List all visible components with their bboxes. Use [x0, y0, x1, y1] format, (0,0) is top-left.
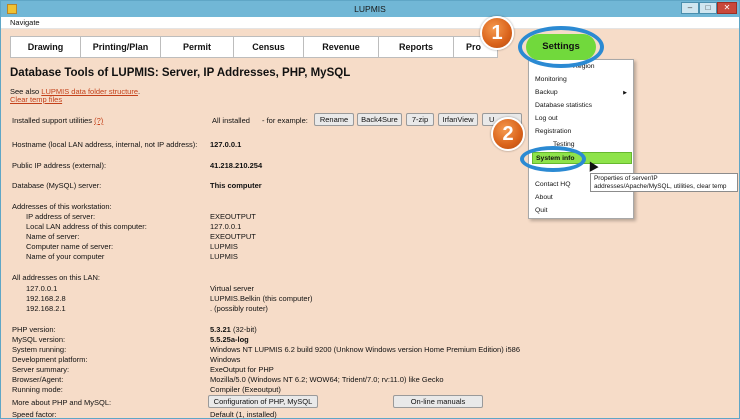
utilities-status: All installed: [212, 116, 250, 125]
php-suffix: (32-bit): [232, 325, 257, 334]
window-title: LUPMIS: [354, 4, 386, 14]
menu-item-monitoring[interactable]: Monitoring: [535, 74, 631, 86]
running-mode-label: Running mode:: [12, 385, 63, 394]
menu-item-db-stats[interactable]: Database statistics: [535, 100, 631, 112]
minimize-button[interactable]: –: [681, 2, 699, 14]
hostname-label: Hostname (local LAN address, internal, n…: [12, 140, 198, 149]
config-php-mysql-button[interactable]: Configuration of PHP, MySQL: [208, 395, 318, 408]
menu-item-registration[interactable]: Registration: [535, 126, 631, 138]
ws-server-ip-label: IP address of server:: [26, 212, 96, 221]
online-manuals-button[interactable]: On-line manuals: [393, 395, 483, 408]
more-php-label: More about PHP and MySQL:: [12, 398, 112, 407]
page-title: Database Tools of LUPMIS: Server, IP Add…: [10, 67, 351, 79]
tab-printing-plan[interactable]: Printing/Plan: [80, 36, 160, 58]
hostname-value: 127.0.0.1: [210, 140, 242, 149]
system-value: Windows NT LUPMIS 6.2 build 9200 (Unknow…: [210, 345, 520, 354]
lan-header: All addresses on this LAN:: [12, 273, 100, 282]
tab-permit[interactable]: Permit: [160, 36, 233, 58]
lan-1-desc: Virtual server: [210, 284, 255, 293]
close-button[interactable]: ✕: [717, 2, 737, 14]
lan-3-desc: . (possibly router): [210, 304, 268, 313]
ws-local-lan-label: Local LAN address of this computer:: [26, 222, 147, 231]
submenu-arrow-icon: ▶: [623, 90, 627, 96]
utilities-text: Installed support utilities: [12, 116, 93, 125]
seven-zip-button[interactable]: 7-zip: [406, 113, 434, 126]
ws-server-name-label: Name of server:: [26, 232, 80, 241]
server-summary-value: ExeOutput for PHP: [210, 365, 274, 374]
tab-census[interactable]: Census: [233, 36, 303, 58]
rename-button[interactable]: Rename: [314, 113, 354, 126]
ws-your-name-label: Name of your computer: [26, 252, 105, 261]
menu-item-backup[interactable]: Backup ▶: [535, 87, 631, 99]
utilities-help-link[interactable]: (?): [94, 116, 103, 125]
lan-2-ip: 192.168.2.8: [26, 294, 66, 303]
php-version: 5.3.21 (32-bit): [210, 325, 257, 334]
menu-item-about[interactable]: About: [535, 192, 631, 204]
back4sure-button[interactable]: Back4Sure: [357, 113, 402, 126]
ws-your-name-value: LUPMIS: [210, 252, 238, 261]
lan-3-ip: 192.168.2.1: [26, 304, 66, 313]
callout-one-badge: 1: [480, 16, 514, 50]
settings-dropdown: Region Monitoring Backup ▶ Database stati…: [528, 59, 634, 219]
running-mode-value: Compiler (Exeoutput): [210, 385, 281, 394]
maximize-button[interactable]: □: [699, 2, 717, 14]
utilities-label: Installed support utilities (?): [12, 116, 103, 125]
ws-server-name-value: EXEOUTPUT: [210, 232, 256, 241]
clear-temp-link[interactable]: Clear temp files: [10, 95, 62, 104]
mysql-label: MySQL version:: [12, 335, 66, 344]
ws-server-ip-value: EXEOUTPUT: [210, 212, 256, 221]
title-bar[interactable]: LUPMIS – □ ✕: [1, 1, 739, 17]
callout-two-badge: 2: [491, 117, 525, 151]
db-server-label: Database (MySQL) server:: [12, 181, 102, 190]
dev-platform-value: Windows: [210, 355, 241, 364]
system-info-highlight-ring: [520, 146, 586, 172]
irfanview-button[interactable]: IrfanView: [438, 113, 478, 126]
php-label: PHP version:: [12, 325, 56, 334]
main-tabs: Drawing Printing/Plan Permit Census Reve…: [10, 36, 498, 58]
lan-1-ip: 127.0.0.1: [26, 284, 58, 293]
browser-label: Browser/Agent:: [12, 375, 64, 384]
php-value: 5.3.21: [210, 325, 231, 334]
dev-platform-label: Development platform:: [12, 355, 88, 364]
menu-navigate[interactable]: Navigate: [10, 18, 40, 27]
tab-drawing[interactable]: Drawing: [10, 36, 80, 58]
speed-value: Default (1, installed): [210, 410, 277, 419]
utilities-example: - for example:: [262, 116, 308, 125]
menu-item-backup-label: Backup: [535, 89, 558, 96]
speed-label: Speed factor:: [12, 410, 57, 419]
system-label: System running:: [12, 345, 67, 354]
db-server-value: This computer: [210, 181, 262, 190]
ws-computer-name-value: LUPMIS: [210, 242, 238, 251]
tab-revenue[interactable]: Revenue: [303, 36, 378, 58]
tab-reports[interactable]: Reports: [378, 36, 453, 58]
menu-item-quit[interactable]: Quit: [535, 205, 631, 217]
ws-local-lan-value: 127.0.0.1: [210, 222, 242, 231]
app-window: LUPMIS – □ ✕ Navigate Drawing Printing/P…: [0, 0, 740, 419]
menu-bar: Navigate: [1, 17, 739, 29]
mysql-value: 5.5.25a-log: [210, 335, 249, 344]
public-ip-value: 41.218.210.254: [210, 161, 263, 170]
public-ip-label: Public IP address (external):: [12, 161, 107, 170]
system-info-tooltip: Properties of server/IP addresses/Apache…: [590, 173, 738, 192]
workstation-header: Addresses of this workstation:: [12, 202, 112, 211]
server-summary-label: Server summary:: [12, 365, 70, 374]
ws-computer-name-label: Computer name of server:: [26, 242, 114, 251]
browser-value: Mozilla/5.0 (Windows NT 6.2; WOW64; Trid…: [210, 375, 444, 384]
see-also-period: .: [138, 87, 141, 96]
lan-2-desc: LUPMIS.Belkin (this computer): [210, 294, 313, 303]
menu-item-logout[interactable]: Log out: [535, 113, 631, 125]
tab-settings[interactable]: Settings: [526, 34, 596, 60]
